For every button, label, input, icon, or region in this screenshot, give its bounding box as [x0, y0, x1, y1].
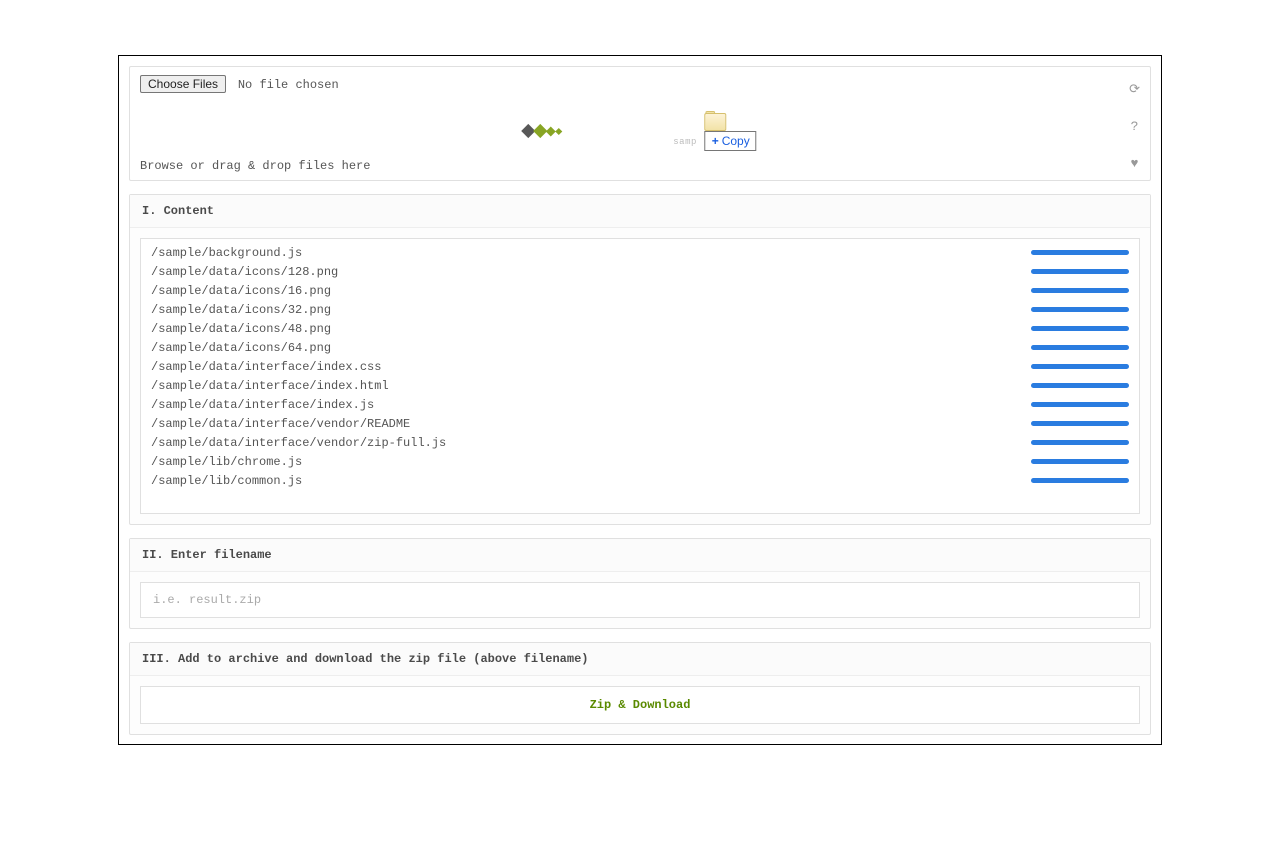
sample-folder-label: samp — [673, 137, 697, 147]
file-row: /sample/background.js — [151, 243, 1129, 262]
diamond-loader-icon — [523, 126, 561, 136]
progress-bar — [1031, 383, 1129, 388]
file-path: /sample/data/interface/vendor/README — [151, 417, 410, 431]
progress-bar — [1031, 421, 1129, 426]
file-row: /sample/data/interface/index.html — [151, 376, 1129, 395]
copy-button-label: Copy — [722, 134, 750, 148]
progress-bar — [1031, 402, 1129, 407]
file-dropzone[interactable]: Choose Files No file chosen samp + — [129, 66, 1151, 181]
progress-bar — [1031, 440, 1129, 445]
progress-bar — [1031, 288, 1129, 293]
file-path: /sample/data/interface/vendor/zip-full.j… — [151, 436, 446, 450]
help-icon[interactable]: ? — [1129, 119, 1140, 134]
file-row: /sample/data/icons/64.png — [151, 338, 1129, 357]
content-panel: I. Content /sample/background.js/sample/… — [129, 194, 1151, 525]
progress-bar — [1031, 364, 1129, 369]
refresh-icon[interactable]: ⟳ — [1129, 82, 1140, 97]
dropzone-hint: Browse or drag & drop files here — [140, 159, 370, 173]
file-path: /sample/data/icons/16.png — [151, 284, 331, 298]
file-row: /sample/lib/chrome.js — [151, 452, 1129, 471]
file-row: /sample/data/interface/index.css — [151, 357, 1129, 376]
file-path: /sample/data/icons/32.png — [151, 303, 331, 317]
file-row: /sample/data/icons/16.png — [151, 281, 1129, 300]
file-path: /sample/data/icons/128.png — [151, 265, 338, 279]
file-row: /sample/lib/common.js — [151, 471, 1129, 490]
heart-icon[interactable]: ♥ — [1129, 156, 1140, 171]
progress-bar — [1031, 250, 1129, 255]
no-file-chosen-label: No file chosen — [238, 78, 339, 92]
folder-icon — [704, 111, 726, 131]
progress-bar — [1031, 478, 1129, 483]
download-panel: III. Add to archive and download the zip… — [129, 642, 1151, 735]
filename-panel: II. Enter filename — [129, 538, 1151, 629]
file-path: /sample/data/icons/64.png — [151, 341, 331, 355]
file-row: /sample/data/icons/32.png — [151, 300, 1129, 319]
progress-bar — [1031, 326, 1129, 331]
file-list[interactable]: /sample/background.js/sample/data/icons/… — [140, 238, 1140, 514]
content-panel-title: I. Content — [130, 195, 1150, 228]
file-path: /sample/lib/chrome.js — [151, 455, 302, 469]
file-row: /sample/data/interface/index.js — [151, 395, 1129, 414]
zip-download-button[interactable]: Zip & Download — [140, 686, 1140, 724]
sample-folder: samp + Copy — [673, 111, 756, 151]
file-path: /sample/data/interface/index.html — [151, 379, 389, 393]
app-window: Choose Files No file chosen samp + — [118, 55, 1162, 745]
file-row: /sample/data/icons/48.png — [151, 319, 1129, 338]
file-row: /sample/data/interface/vendor/zip-full.j… — [151, 433, 1129, 452]
progress-bar — [1031, 345, 1129, 350]
file-path: /sample/background.js — [151, 246, 302, 260]
file-row: /sample/data/interface/vendor/README — [151, 414, 1129, 433]
filename-input[interactable] — [140, 582, 1140, 618]
file-path: /sample/data/interface/index.js — [151, 398, 374, 412]
file-path: /sample/data/interface/index.css — [151, 360, 381, 374]
copy-button[interactable]: + Copy — [705, 131, 757, 151]
download-panel-title: III. Add to archive and download the zip… — [130, 643, 1150, 676]
file-path: /sample/data/icons/48.png — [151, 322, 331, 336]
progress-bar — [1031, 459, 1129, 464]
progress-bar — [1031, 269, 1129, 274]
file-path: /sample/lib/common.js — [151, 474, 302, 488]
progress-bar — [1031, 307, 1129, 312]
filename-panel-title: II. Enter filename — [130, 539, 1150, 572]
file-row: /sample/data/icons/128.png — [151, 262, 1129, 281]
plus-icon: + — [712, 134, 719, 148]
choose-files-button[interactable]: Choose Files — [140, 75, 226, 93]
